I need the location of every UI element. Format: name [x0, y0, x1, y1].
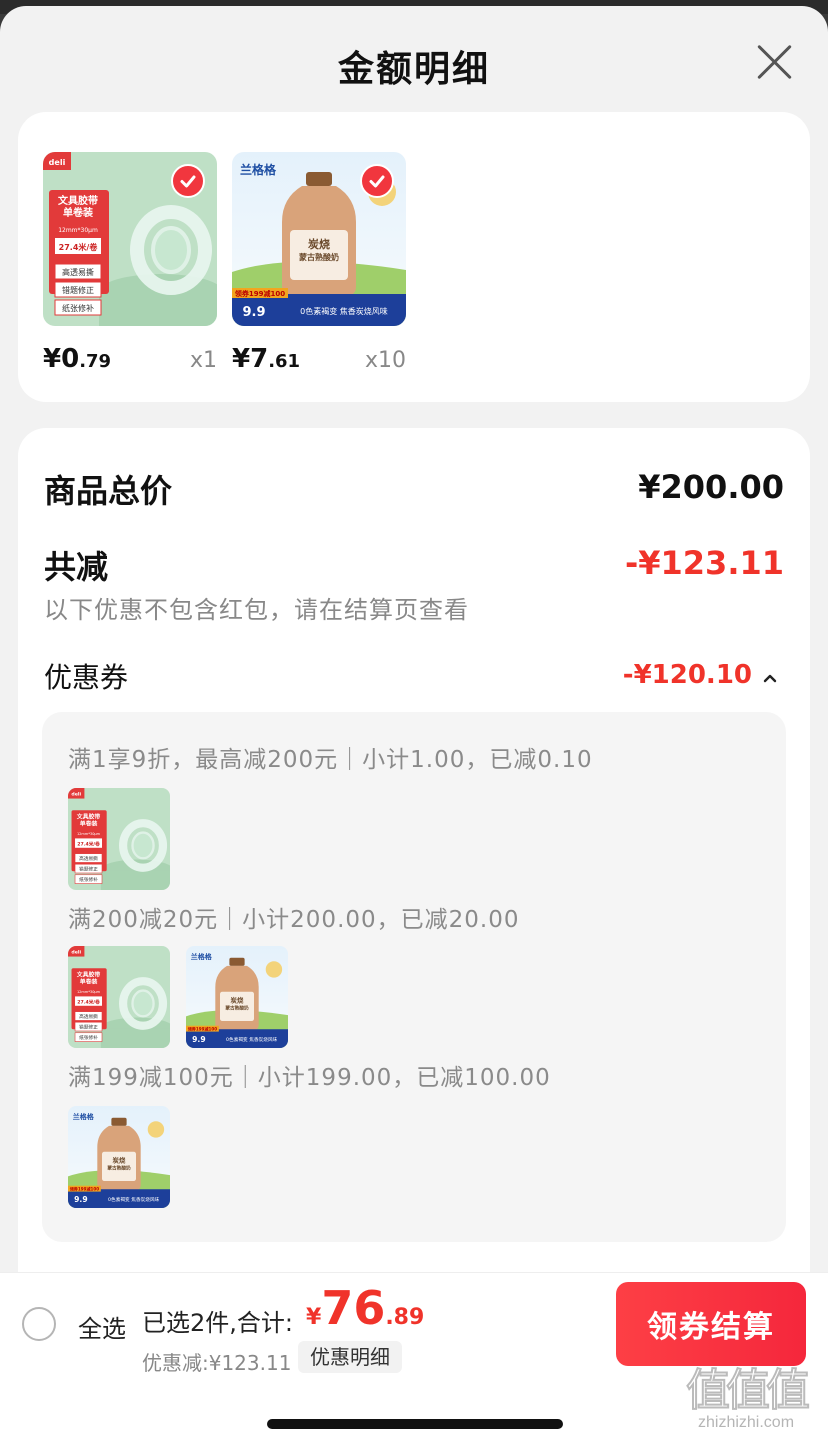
- coupon-detail-box: 满1享9折，最高减200元｜小计1.00，已减0.10 deli 文具胶带 单卷装…: [42, 712, 786, 1242]
- product-quantity: x10: [364, 348, 406, 373]
- total-reduce-label: 共减: [44, 548, 109, 586]
- checked-icon[interactable]: [171, 164, 205, 198]
- selected-count-text: 已选2件,合计:: [142, 1309, 293, 1337]
- discount-detail-button[interactable]: 优惠明细: [298, 1341, 402, 1373]
- coupon-rule-text: 满1享9折，最高减200元｜小计1.00，已减0.10: [68, 747, 593, 773]
- svg-text:炭烧: 炭烧: [113, 1155, 126, 1164]
- product-price-row: ¥0.79 x1: [43, 340, 217, 380]
- svg-text:0色素褐变 焦香炭烧风味: 0色素褐变 焦香炭烧风味: [300, 306, 388, 316]
- product-item-tape[interactable]: deli 文具胶带 单卷装 12mm*30μm 27.4米/卷 高透易撕 错题修正…: [43, 152, 217, 380]
- svg-text:deli: deli: [71, 950, 81, 956]
- discount-amount: 优惠减:¥123.11: [142, 1351, 292, 1375]
- discount-note: 以下优惠不包含红包，请在结算页查看: [44, 596, 469, 624]
- home-indicator: [267, 1419, 563, 1429]
- product-image-yogurt[interactable]: 兰格格 炭烧 蒙古熟酸奶 领券199减100 9.9 0色素褐变 焦香炭烧风味: [232, 152, 406, 326]
- coupon-product-thumb: 兰格格 炭烧 蒙古熟酸奶 领券199减100 9.9 0色素褐变 焦香炭烧风味: [186, 946, 288, 1048]
- svg-text:领券199减100: 领券199减100: [69, 1185, 100, 1191]
- checked-icon[interactable]: [360, 164, 394, 198]
- svg-text:9.9: 9.9: [192, 1035, 205, 1044]
- svg-text:12mm*30μm: 12mm*30μm: [77, 990, 101, 994]
- svg-text:9.9: 9.9: [242, 305, 265, 320]
- svg-text:蒙古熟酸奶: 蒙古熟酸奶: [299, 252, 339, 262]
- product-item-yogurt[interactable]: 兰格格 炭烧 蒙古熟酸奶 领券199减100 9.9 0色素褐变 焦香炭烧风味 ¥…: [232, 152, 406, 380]
- svg-text:兰格格: 兰格格: [191, 952, 213, 961]
- product-quantity: x1: [189, 348, 217, 373]
- coupon-rule-text: 满200减20元｜小计200.00，已减20.00: [68, 907, 520, 933]
- close-icon[interactable]: [754, 42, 794, 82]
- product-price: ¥0.79: [43, 344, 112, 374]
- coupon-rule-text: 满199减100元｜小计199.00，已减100.00: [68, 1065, 551, 1091]
- total-amount: ¥76.89: [306, 1281, 425, 1335]
- svg-text:纸张修补: 纸张修补: [62, 303, 94, 313]
- tape-product-art: deli 文具胶带单卷装 12mm*30μm 27.4米/卷 高透易撕 错题修正…: [68, 788, 170, 890]
- total-price-label: 商品总价: [44, 472, 173, 510]
- sheet-title: 金额明细: [337, 49, 490, 90]
- total-price-value: ¥200.00: [638, 468, 784, 506]
- svg-text:领券199减100: 领券199减100: [235, 289, 285, 298]
- yogurt-product-art: 兰格格 炭烧蒙古熟酸奶 领券199减100 9.9 0色素褐变 焦香炭烧风味: [186, 946, 288, 1048]
- coupon-label: 优惠券: [44, 661, 129, 694]
- svg-text:兰格格: 兰格格: [73, 1112, 95, 1121]
- select-all-label[interactable]: 全选: [78, 1309, 126, 1344]
- svg-text:27.4米/卷: 27.4米/卷: [59, 242, 99, 252]
- coupon-value[interactable]: -¥120.10: [623, 660, 752, 690]
- svg-text:12mm*30μm: 12mm*30μm: [77, 832, 101, 836]
- select-all-radio[interactable]: [22, 1307, 56, 1341]
- product-price: ¥7.61: [232, 344, 301, 374]
- coupon-product-thumb: deli 文具胶带 单卷装 12mm*30μm 27.4米/卷 高透易撕 错题修正…: [68, 788, 170, 890]
- svg-text:deli: deli: [49, 158, 66, 167]
- yogurt-product-art: 兰格格 炭烧蒙古熟酸奶 领券199减100 9.9 0色素褐变 焦香炭烧风味: [68, 1106, 170, 1208]
- product-price-row: ¥7.61 x10: [232, 340, 406, 380]
- product-list-card: deli 文具胶带 单卷装 12mm*30μm 27.4米/卷 高透易撕 错题修正…: [18, 112, 810, 402]
- amount-detail-sheet: 金额明细 deli 文具胶带 单卷装 12mm*30μm 27.4米/卷 高透易撕…: [0, 6, 828, 1440]
- product-image-tape[interactable]: deli 文具胶带 单卷装 12mm*30μm 27.4米/卷 高透易撕 错题修正…: [43, 152, 217, 326]
- svg-text:deli: deli: [71, 792, 81, 798]
- svg-text:高透易撕: 高透易撕: [62, 267, 94, 277]
- coupon-product-thumb: deli 文具胶带 单卷装 12mm*30μm 27.4米/卷 高透易撕 错题修正…: [68, 946, 170, 1048]
- svg-text:文具胶带: 文具胶带: [58, 194, 98, 207]
- coupon-product-thumb: 兰格格 炭烧 蒙古熟酸奶 领券199减100 9.9 0色素褐变 焦香炭烧风味: [68, 1106, 170, 1208]
- svg-text:9.9: 9.9: [74, 1195, 87, 1204]
- chevron-up-icon[interactable]: [760, 668, 780, 688]
- tape-product-art: deli 文具胶带单卷装 12mm*30μm 27.4米/卷 高透易撕 错题修正…: [68, 946, 170, 1048]
- svg-text:领券199减100: 领券199减100: [187, 1025, 218, 1031]
- svg-text:错题修正: 错题修正: [62, 285, 94, 295]
- svg-text:炭烧: 炭烧: [308, 237, 330, 251]
- total-reduce-value: -¥123.11: [624, 544, 784, 582]
- svg-text:单卷装: 单卷装: [63, 206, 93, 219]
- site-watermark: 值值值 zhizhizhi.com: [685, 1365, 811, 1431]
- svg-text:兰格格: 兰格格: [240, 162, 277, 177]
- svg-text:12mm*30μm: 12mm*30μm: [58, 227, 98, 234]
- svg-text:炭烧: 炭烧: [231, 995, 244, 1004]
